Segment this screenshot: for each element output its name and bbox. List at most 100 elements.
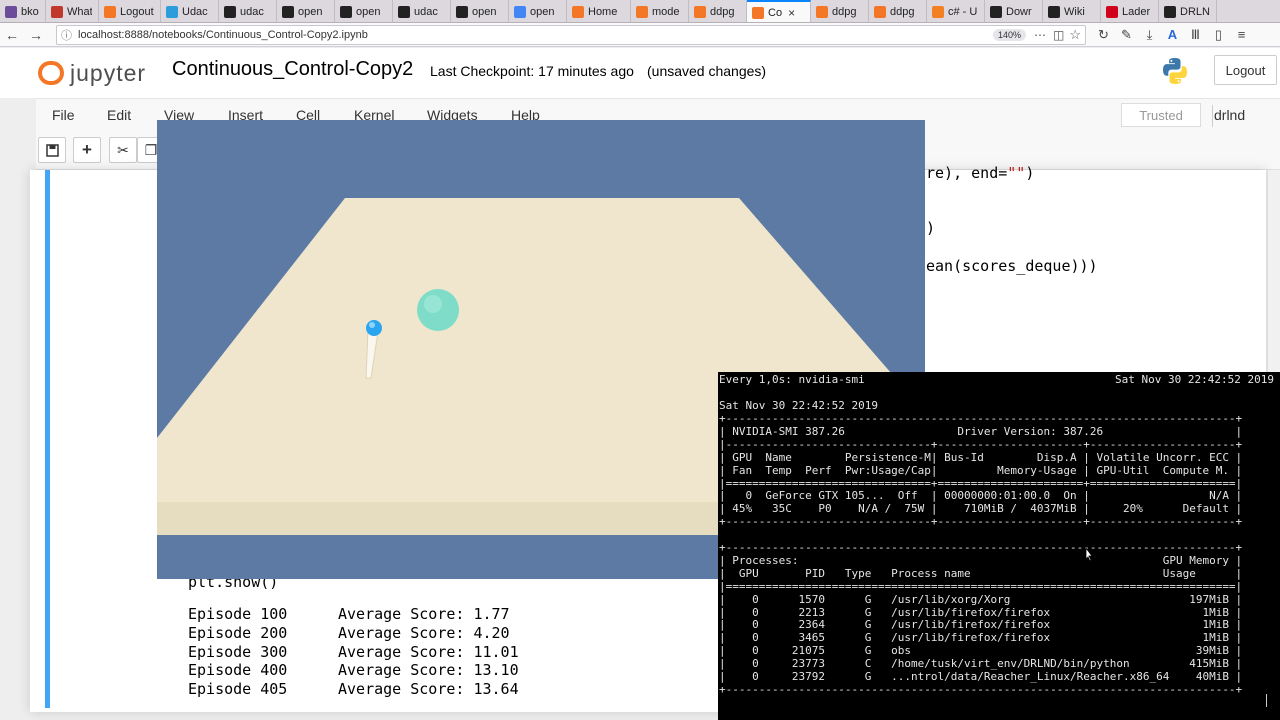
insert-cell-button[interactable]: + bbox=[73, 137, 101, 163]
browser-tab[interactable]: open bbox=[335, 0, 393, 22]
mouse-text-cursor-icon bbox=[1085, 548, 1093, 561]
browser-tab[interactable]: Udac bbox=[161, 0, 219, 22]
save-icon bbox=[45, 143, 59, 157]
plus-icon: + bbox=[82, 140, 92, 159]
terminal-line: |=======================================… bbox=[719, 579, 1243, 593]
terminal-line: | Processes: GPU Memory | bbox=[719, 553, 1243, 567]
tab-favicon-icon bbox=[5, 5, 17, 18]
terminal-line: +---------------------------------------… bbox=[719, 412, 1243, 425]
menu-file[interactable]: File bbox=[52, 107, 75, 123]
tab-favicon-icon bbox=[514, 5, 526, 18]
tab-label: Udac bbox=[182, 5, 208, 18]
pocket-icon[interactable]: ◫ bbox=[1053, 28, 1064, 42]
browser-tab[interactable]: open bbox=[277, 0, 335, 22]
tab-label: ddpg bbox=[832, 5, 857, 18]
url-text: localhost:8888/notebooks/Continuous_Cont… bbox=[78, 28, 368, 41]
output-episode: Episode 405 bbox=[188, 680, 288, 699]
download-icon[interactable]: ⤓ bbox=[1138, 27, 1161, 43]
jupyter-logo[interactable]: jupyter bbox=[38, 56, 158, 90]
tab-favicon-icon bbox=[282, 5, 294, 18]
browser-tab[interactable]: c# - U bbox=[927, 0, 985, 22]
kernel-separator bbox=[1212, 105, 1213, 127]
browser-tab[interactable]: Wiki bbox=[1043, 0, 1101, 22]
terminal-date: Sat Nov 30 22:42:52 2019 bbox=[719, 399, 878, 412]
tab-close-icon[interactable]: × bbox=[788, 6, 795, 20]
tab-label: Logout · s bbox=[120, 5, 154, 18]
save-button[interactable] bbox=[38, 137, 66, 163]
browser-tab[interactable]: open bbox=[509, 0, 567, 22]
tab-favicon-icon bbox=[636, 5, 648, 18]
selected-cell-indicator bbox=[45, 170, 50, 708]
tab-favicon-icon bbox=[694, 5, 706, 18]
library-icon[interactable]: Ⅲ bbox=[1184, 27, 1207, 43]
tab-label: Home bbox=[588, 5, 618, 18]
jupyter-logo-icon bbox=[38, 59, 64, 87]
logout-button[interactable]: Logout bbox=[1214, 55, 1277, 85]
browser-tab[interactable]: ddpg bbox=[869, 0, 927, 22]
tab-label: DRLN bbox=[1180, 5, 1210, 18]
terminal-line: | GPU PID Type Process name Usage | bbox=[719, 566, 1243, 580]
terminal-line: | 0 21075 G obs 39MiB | bbox=[719, 644, 1243, 658]
screen: bkoco What Logout · s Udac udac open open udac o… bbox=[0, 0, 1280, 720]
tab-favicon-icon bbox=[340, 5, 352, 18]
tab-label: mode bbox=[652, 5, 680, 18]
browser-tab[interactable]: open bbox=[451, 0, 509, 22]
browser-tab[interactable]: udac bbox=[219, 0, 277, 22]
code-line-print[interactable]: re), end="") bbox=[926, 164, 1034, 182]
browser-tab[interactable]: Logout · s bbox=[99, 0, 161, 22]
browser-tab[interactable]: Home bbox=[567, 0, 631, 22]
terminal-line: | GPU Name Persistence-M| Bus-Id Disp.A … bbox=[719, 450, 1243, 464]
bookmark-star-icon[interactable]: ☆ bbox=[1069, 27, 1081, 43]
reload-icon[interactable]: ↻ bbox=[1092, 27, 1115, 43]
cell-output: Episode 100 Average Score: 1.77 Episode 20… bbox=[188, 605, 519, 699]
tab-label: open bbox=[530, 5, 555, 18]
terminal-line: +---------------------------------------… bbox=[719, 682, 1243, 696]
tab-label: c# - U bbox=[948, 5, 978, 18]
site-info-icon[interactable]: ⓘ bbox=[61, 27, 72, 43]
terminal-line: +---------------------------------------… bbox=[719, 541, 1243, 554]
browser-tab[interactable]: mode bbox=[631, 0, 689, 22]
zoom-indicator[interactable]: 140% bbox=[992, 28, 1026, 41]
tab-label: open bbox=[472, 5, 497, 18]
browser-tab[interactable]: What bbox=[46, 0, 99, 22]
tab-favicon-icon bbox=[166, 5, 178, 18]
menu-edit[interactable]: Edit bbox=[107, 107, 131, 123]
browser-tab[interactable]: bkoco bbox=[0, 0, 46, 22]
browser-tab[interactable]: udac bbox=[393, 0, 451, 22]
notebook-title[interactable]: Continuous_Control-Copy2 bbox=[172, 58, 413, 81]
jupyter-logo-text: jupyter bbox=[70, 59, 147, 86]
output-score: Average Score: 1.77 bbox=[338, 605, 510, 623]
terminal-window[interactable]: Every 1,0s: nvidia-smi Sat Nov 30 22:42:… bbox=[718, 372, 1280, 720]
tab-favicon-icon bbox=[874, 5, 886, 18]
browser-tab[interactable]: Co × bbox=[747, 0, 811, 22]
output-score: Average Score: 11.01 bbox=[338, 642, 519, 661]
browser-tab[interactable]: DRLN bbox=[1159, 0, 1217, 22]
tab-favicon-icon bbox=[456, 5, 468, 18]
tab-favicon-icon bbox=[1164, 5, 1176, 18]
sidebar-icon[interactable]: ▯ bbox=[1207, 27, 1230, 43]
code-line-mean[interactable]: ean(scores_deque))) bbox=[926, 257, 1098, 275]
code-line-close[interactable]: ) bbox=[926, 219, 935, 237]
back-arrow-icon[interactable]: ← bbox=[0, 27, 24, 43]
browser-tab[interactable]: Lader bbox=[1101, 0, 1159, 22]
trusted-badge[interactable]: Trusted bbox=[1121, 103, 1201, 127]
terminal-line: | 0 23773 C /home/tusk/virt_env/DRLND/bi… bbox=[719, 657, 1243, 671]
terminal-line: |-------------------------------+-------… bbox=[719, 437, 1243, 451]
page-actions-icon[interactable]: ⋯ bbox=[1034, 28, 1047, 42]
extension-icon[interactable]: ✎ bbox=[1115, 27, 1138, 43]
browser-toolbar-icons: ↻ ✎ ⤓ A Ⅲ ▯ ≡ bbox=[1092, 27, 1253, 43]
forward-arrow-icon[interactable]: → bbox=[24, 27, 48, 43]
tab-label: ddpg bbox=[890, 5, 915, 18]
url-bar[interactable]: ⓘ localhost:8888/notebooks/Continuous_Co… bbox=[56, 24, 1086, 45]
translate-icon[interactable]: A bbox=[1161, 27, 1184, 42]
cut-cell-button[interactable]: ✂ bbox=[109, 137, 137, 163]
browser-tab[interactable]: Dowr bbox=[985, 0, 1043, 22]
output-episode: Episode 200 bbox=[188, 623, 288, 642]
browser-tab[interactable]: ddpg bbox=[689, 0, 747, 22]
browser-nav-bar: ← → ⓘ localhost:8888/notebooks/Continuou… bbox=[0, 23, 1280, 47]
tab-favicon-icon bbox=[572, 5, 584, 18]
menu-icon[interactable]: ≡ bbox=[1230, 27, 1253, 42]
terminal-line: | 0 2213 G /usr/lib/firefox/firefox 1MiB… bbox=[719, 605, 1243, 619]
browser-tab[interactable]: ddpg bbox=[811, 0, 869, 22]
tab-label: udac bbox=[240, 5, 264, 18]
